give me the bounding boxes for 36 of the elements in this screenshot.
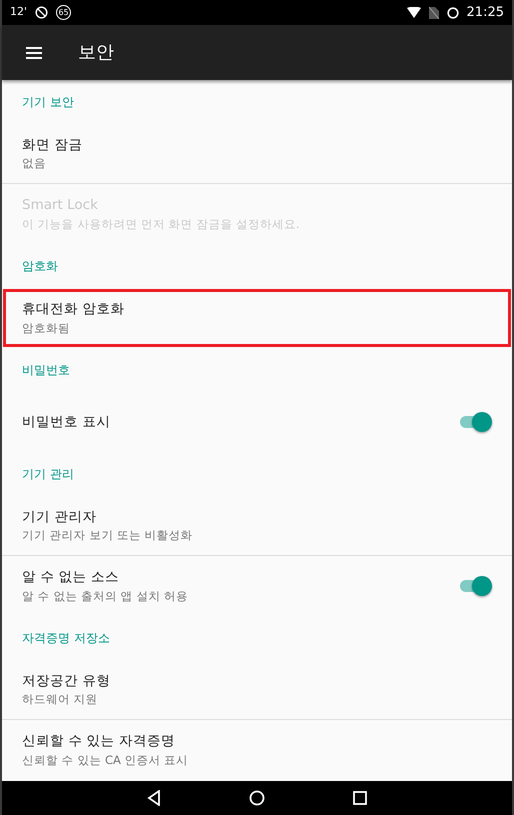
- menu-icon[interactable]: [26, 46, 42, 58]
- item-title: 비밀번호 표시: [22, 412, 110, 432]
- wifi-icon: [406, 7, 421, 18]
- settings-item[interactable]: 휴대전화 암호화 암호화됨: [2, 288, 512, 348]
- item-title: 알 수 없는 소스: [22, 568, 119, 588]
- item-summary: 없음: [22, 155, 46, 172]
- recents-icon[interactable]: [353, 791, 367, 805]
- section-header: 기기 보안: [22, 94, 74, 111]
- item-summary: 암호화됨: [22, 320, 70, 336]
- no-sim-icon: [428, 6, 439, 18]
- section-header: 비밀번호: [22, 362, 70, 379]
- section-header: 자격증명 저장소: [22, 630, 110, 647]
- loading-icon: [446, 6, 459, 18]
- item-title: 휴대전화 암호화: [22, 300, 124, 320]
- settings-item[interactable]: 화면 잠금 없음: [2, 124, 512, 184]
- home-icon[interactable]: [249, 790, 265, 806]
- item-title: 신뢰할 수 있는 자격증명: [22, 732, 175, 752]
- item-title: 화면 잠금: [22, 136, 82, 155]
- clock: 21:25: [466, 4, 504, 22]
- rotation-icon: [35, 6, 48, 19]
- settings-item[interactable]: 저장공간 유형 하드웨어 지원: [2, 660, 512, 720]
- toggle-switch[interactable]: [458, 576, 492, 596]
- item-title: 기기 관리자: [22, 508, 96, 527]
- item-summary: 하드웨어 지원: [22, 691, 98, 708]
- section-header: 기기 관리: [22, 466, 74, 483]
- screen-title: 보안: [78, 41, 114, 65]
- status-text: 12': [10, 4, 28, 20]
- item-summary: 알 수 없는 출처의 앱 설치 허용: [22, 588, 188, 604]
- back-icon[interactable]: [147, 790, 161, 806]
- settings-item[interactable]: 기기 관리자 기기 관리자 보기 또는 비활성화: [2, 496, 512, 556]
- toggle-switch[interactable]: [458, 412, 492, 432]
- item-summary: 기기 관리자 보기 또는 비활성화: [22, 527, 193, 544]
- status-badge: 65: [56, 5, 72, 20]
- item-title: 저장공간 유형: [22, 672, 110, 691]
- section-header: 암호화: [22, 258, 58, 275]
- item-summary: 신뢰할 수 있는 CA 인증서 표시: [22, 752, 188, 768]
